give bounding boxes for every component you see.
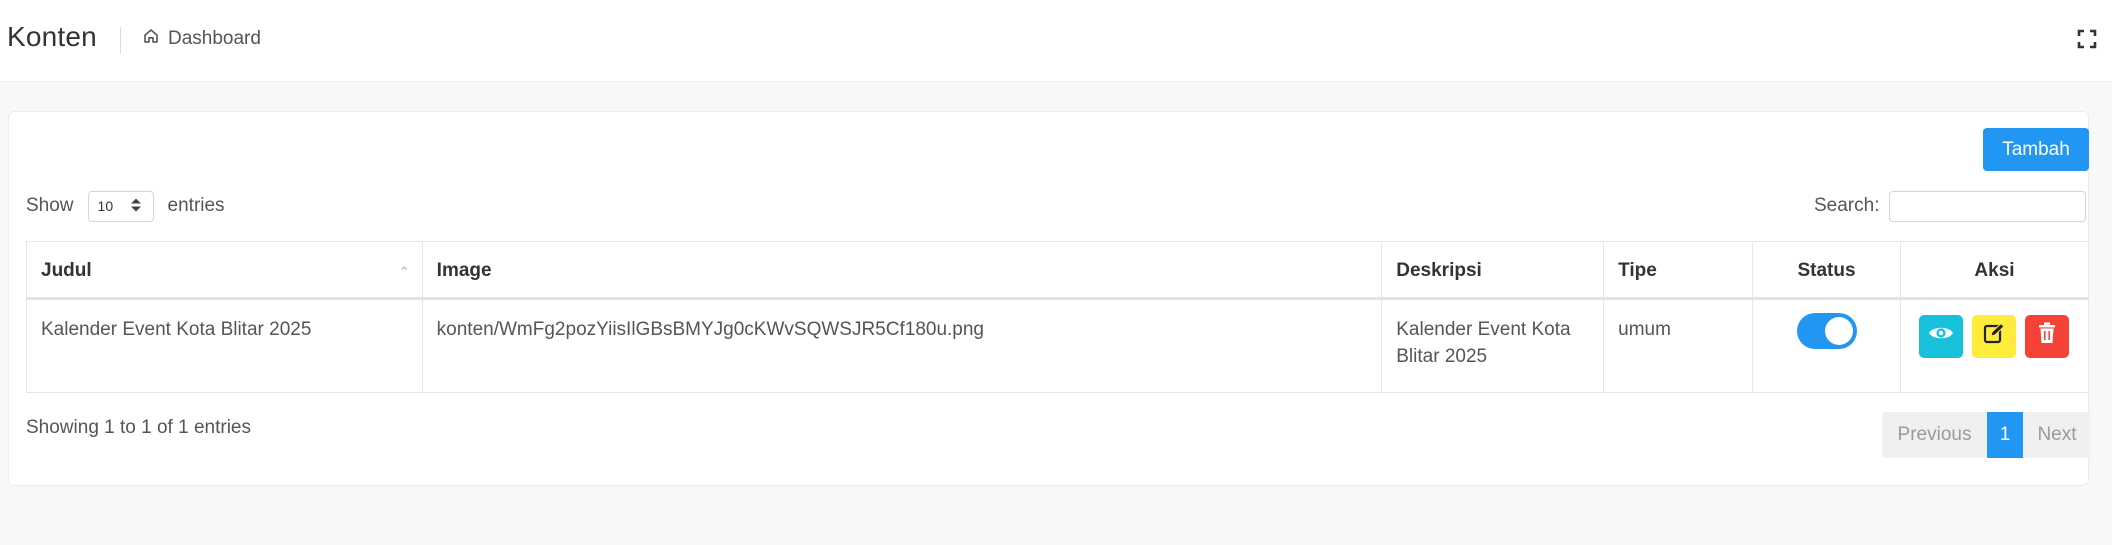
table-info: Showing 1 to 1 of 1 entries: [26, 417, 251, 438]
trash-icon: [2038, 322, 2056, 352]
fullscreen-icon[interactable]: [2077, 29, 2097, 49]
column-header-tipe[interactable]: Tipe: [1603, 241, 1754, 300]
sort-asc-icon: ⌃: [398, 264, 410, 279]
status-toggle[interactable]: [1796, 313, 1857, 349]
search-label: Search:: [1814, 195, 1880, 216]
deskripsi-line-2: Blitar 2025: [1396, 346, 1488, 367]
home-icon: [143, 28, 159, 50]
column-header-judul[interactable]: Judul ⌃: [26, 241, 423, 300]
pagination-next[interactable]: Next: [2023, 412, 2091, 458]
edit-button[interactable]: [1972, 315, 2017, 358]
column-header-image[interactable]: Image: [421, 241, 1383, 300]
page-title: Konten: [7, 21, 97, 52]
delete-button[interactable]: [2025, 315, 2070, 358]
data-table: Judul ⌃ Image Deskripsi Tipe Status Aksi…: [26, 241, 2090, 393]
cell-tipe: umum: [1603, 298, 1754, 393]
sort-updown-icon: [130, 197, 142, 216]
entries-select-value: 10: [97, 198, 114, 214]
toggle-knob: [1824, 317, 1853, 345]
show-label: Show: [26, 195, 74, 216]
cell-status: [1752, 298, 1901, 393]
edit-icon: [1983, 322, 2006, 352]
search-filter: Search:: [1814, 190, 2087, 222]
eye-icon: [1928, 323, 1954, 350]
search-input[interactable]: [1889, 190, 2087, 222]
cell-image: konten/WmFg2pozYiisIlGBsBMYJg0cKWvSQWSJR…: [421, 298, 1383, 393]
table-header-row: Judul ⌃ Image Deskripsi Tipe Status Aksi: [26, 241, 2090, 300]
cell-aksi: [1899, 298, 2090, 393]
length-menu: Show 10 entries: [26, 190, 225, 222]
pagination-page-1[interactable]: 1: [1987, 412, 2023, 458]
cell-judul: Kalender Event Kota Blitar 2025: [26, 298, 423, 393]
pagination: Previous 1 Next: [1882, 412, 2091, 458]
column-header-aksi: Aksi: [1899, 241, 2090, 300]
table-row: Kalender Event Kota Blitar 2025 konten/W…: [26, 298, 2090, 393]
add-button[interactable]: Tambah: [1983, 128, 2089, 171]
pagination-previous[interactable]: Previous: [1882, 412, 1987, 458]
breadcrumb-label: Dashboard: [168, 28, 261, 49]
entries-label: entries: [167, 195, 225, 216]
column-header-deskripsi[interactable]: Deskripsi: [1381, 241, 1605, 300]
column-header-status[interactable]: Status: [1752, 241, 1901, 300]
column-header-label: Judul: [41, 260, 92, 281]
view-button[interactable]: [1919, 315, 1964, 358]
deskripsi-line-1: Kalender Event Kota: [1396, 319, 1571, 340]
cell-deskripsi: Kalender Event Kota Blitar 2025: [1381, 298, 1605, 393]
row-actions: [1915, 315, 2074, 358]
entries-select[interactable]: 10: [87, 190, 154, 222]
top-bar: Konten Dashboard: [0, 0, 2112, 82]
breadcrumb-dashboard[interactable]: Dashboard: [143, 28, 261, 50]
title-divider: [120, 27, 121, 54]
